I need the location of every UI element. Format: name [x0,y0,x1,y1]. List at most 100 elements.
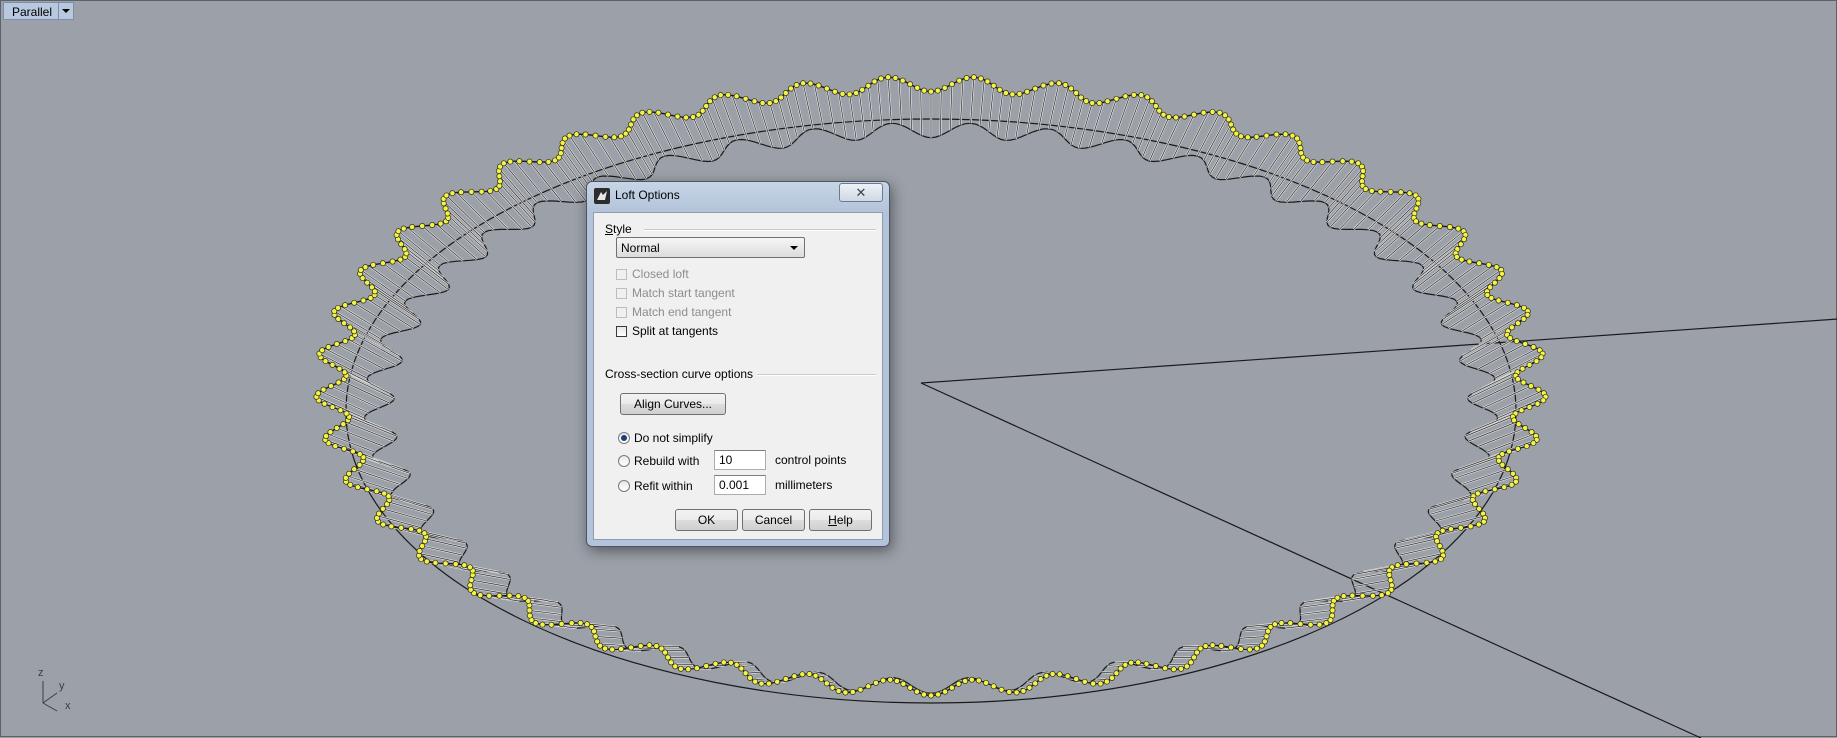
control-point [1247,647,1252,652]
control-point [767,100,772,105]
do-not-simplify-radio[interactable]: Do not simplify [618,431,713,445]
control-point [574,132,579,137]
control-point [1098,681,1103,686]
dialog-titlebar[interactable]: Loft Options ✕ [587,182,889,208]
control-point [647,109,652,114]
surface-isocurve [337,428,385,447]
viewport-menu-arrow-icon[interactable] [58,2,74,20]
control-point [1514,303,1519,308]
control-point [1340,159,1345,164]
control-point [348,325,353,330]
control-point [963,678,968,683]
control-point [969,677,974,682]
viewport-title-tab[interactable]: Parallel [3,2,74,20]
cancel-button[interactable]: Cancel [742,509,805,531]
control-point [342,370,347,375]
control-point [843,690,848,695]
control-point [819,677,824,682]
control-point [1433,559,1438,564]
align-curves-button[interactable]: Align Curves... [620,393,726,415]
control-point [1531,344,1536,349]
control-point [1163,666,1168,671]
surface-isocurve [712,99,729,144]
control-point [1090,100,1095,105]
surface-isocurve [1016,93,1024,139]
control-point [390,259,395,264]
split-at-tangents-checkbox[interactable]: Split at tangents [616,324,718,338]
surface-isocurve [422,546,463,555]
control-point [527,613,532,618]
construction-line [921,383,1701,738]
control-point [497,593,502,598]
control-point [921,692,926,697]
match-start-tangent-checkbox[interactable]: Match start tangent [616,286,735,300]
refit-tolerance-input[interactable]: 0.001 [714,475,766,495]
viewport-name-label[interactable]: Parallel [3,2,58,20]
close-icon[interactable]: ✕ [839,183,883,202]
control-point [836,688,841,693]
surface-isocurve [596,136,623,178]
match-end-tangent-checkbox[interactable]: Match end tangent [616,305,731,319]
rebuild-control-points-input[interactable]: 10 [714,450,766,470]
control-point [462,563,467,568]
control-point [342,321,347,326]
control-point [1416,201,1421,206]
control-point [619,646,624,651]
control-point [824,86,829,91]
style-group-divider [644,229,876,231]
surface-isocurve [1272,156,1302,197]
control-point [704,663,709,668]
loft-options-dialog[interactable]: Loft Options ✕ Style Normal Closed loft … [586,181,890,547]
control-point [1407,191,1412,196]
control-point [866,684,871,689]
control-point [358,267,363,272]
control-point [546,159,551,164]
control-point [1161,112,1166,117]
control-point [1279,620,1284,625]
control-point [1194,650,1199,655]
control-point [1398,190,1403,195]
refit-within-label: Refit within [634,479,693,493]
control-point [593,133,598,138]
control-point [759,681,764,686]
help-button[interactable]: Help [809,509,872,531]
control-point [410,224,415,229]
refit-within-radio[interactable]: Refit within [618,479,693,493]
control-point [335,305,340,310]
scene-canvas[interactable] [1,1,1837,738]
control-point [1361,168,1366,173]
control-point [1105,99,1110,104]
control-point [450,191,455,196]
control-point [420,543,425,548]
control-point [813,673,818,678]
surface-isocurve [971,77,974,123]
style-dropdown[interactable]: Normal [616,237,805,258]
surface-isocurve [654,112,676,156]
control-point [1486,262,1491,267]
surface-isocurve [803,83,813,129]
control-point [559,145,564,150]
surface-isocurve [1027,89,1035,135]
control-point [638,643,643,648]
control-point [1245,135,1250,140]
surface-isocurve [1226,137,1252,179]
ok-button[interactable]: OK [675,509,738,531]
surface-isocurve [850,94,857,140]
rebuild-with-radio[interactable]: Rebuild with [618,454,699,468]
control-point [1467,259,1472,264]
control-point [417,528,422,533]
control-point [1084,99,1089,104]
control-point [626,127,631,132]
control-point [1097,100,1102,105]
control-point [1521,380,1526,385]
control-point [873,680,878,685]
control-point [700,108,705,113]
control-point [1320,160,1325,165]
control-point [1476,522,1481,527]
control-point [1104,679,1109,684]
control-point [1129,660,1134,665]
closed-loft-checkbox[interactable]: Closed loft [616,267,689,281]
checkbox-box [616,307,627,318]
viewport[interactable]: Parallel z y x [0,0,1837,737]
control-point [1226,117,1231,122]
